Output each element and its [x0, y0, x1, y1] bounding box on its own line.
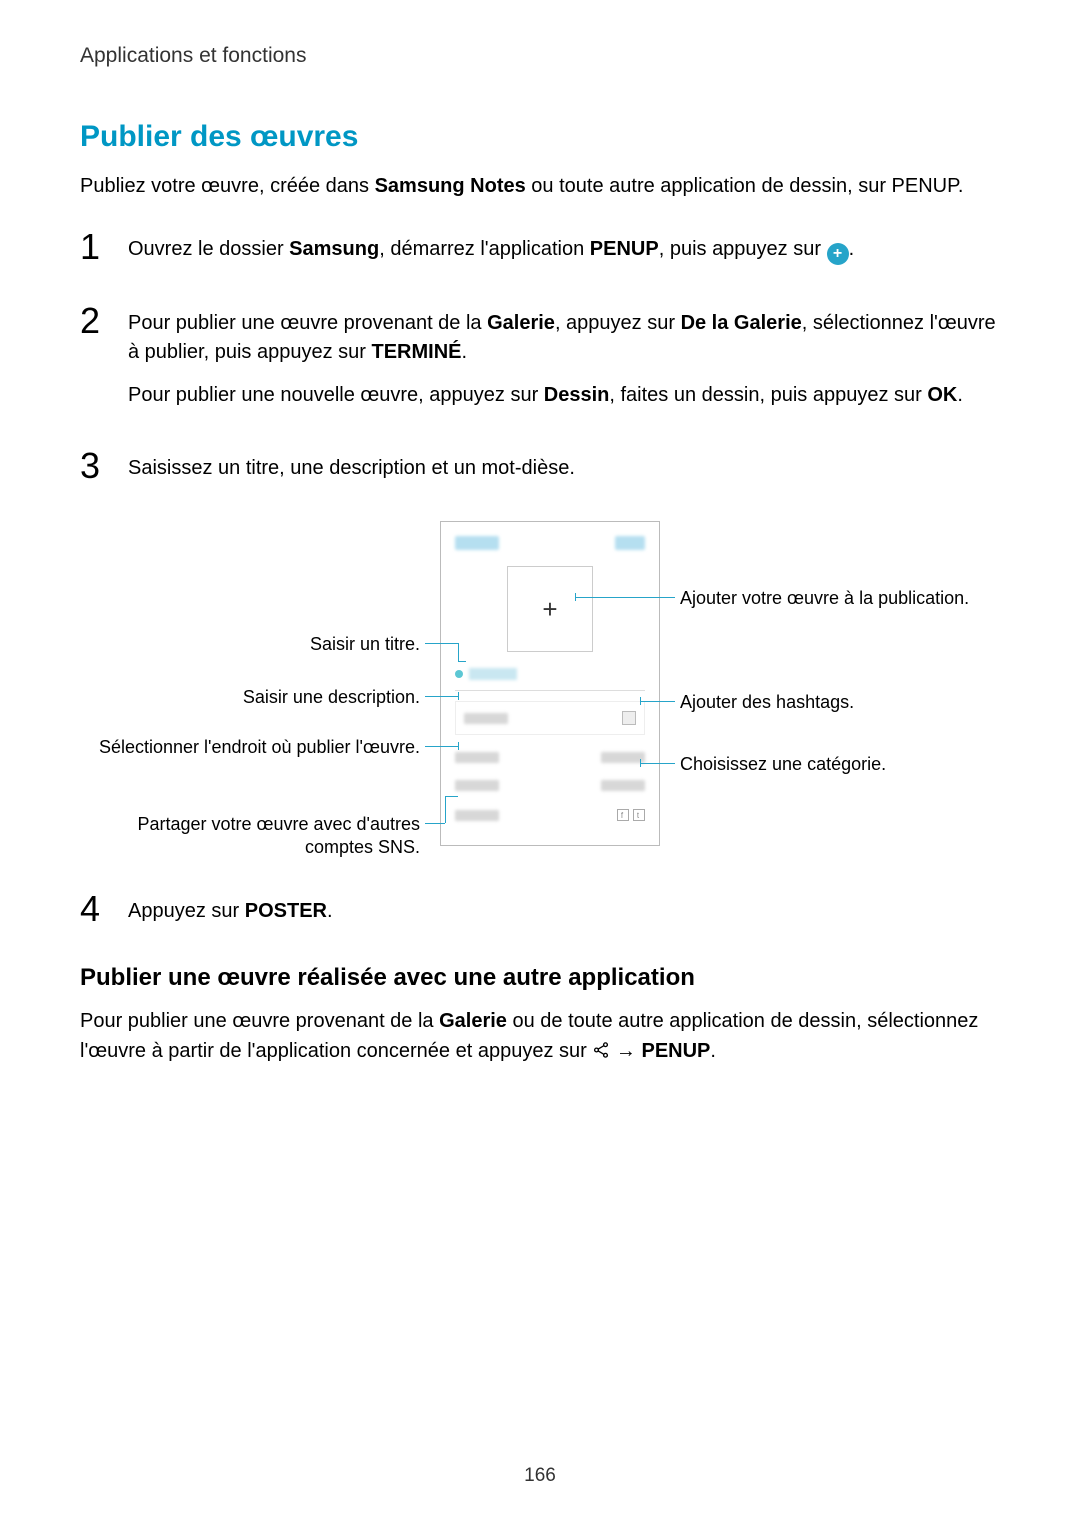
text-fragment: .: [849, 238, 855, 260]
sub-paragraph: Pour publier une œuvre provenant de la G…: [80, 1006, 1000, 1068]
line: [425, 696, 458, 697]
text-fragment: →: [610, 1040, 641, 1062]
intro-paragraph: Publiez votre œuvre, créée dans Samsung …: [80, 172, 1000, 201]
option-row-publish: [455, 743, 645, 771]
desc-blur: [464, 713, 508, 724]
tick: [640, 759, 641, 767]
text-fragment: , puis appuyez sur: [659, 238, 827, 260]
opt-blur: [601, 780, 645, 791]
phone-mock: + f: [440, 521, 660, 846]
callout-where: Sélectionner l'endroit où publier l'œuvr…: [80, 736, 420, 759]
text-bold: Samsung Notes: [375, 175, 526, 197]
option-row-category: [455, 771, 645, 799]
text-fragment: , faites un dessin, puis appuyez sur: [609, 384, 927, 406]
step-3-text: Saisissez un titre, une description et u…: [128, 454, 1000, 483]
step-number: 4: [80, 891, 128, 927]
header-action-blur: [615, 536, 645, 550]
line: [425, 823, 445, 824]
opt-blur: [455, 752, 499, 763]
step-number: 2: [80, 303, 128, 339]
text-fragment: .: [710, 1040, 716, 1062]
line: [425, 643, 458, 644]
opt-blur: [455, 780, 499, 791]
tick: [458, 742, 459, 750]
breadcrumb: Applications et fonctions: [80, 44, 1000, 68]
line: [425, 746, 458, 747]
line: [445, 796, 458, 797]
sns-row: f t: [455, 801, 645, 829]
subheading: Publier une œuvre réalisée avec une autr…: [80, 964, 1000, 992]
text-fragment: Pour publier une œuvre provenant de la: [128, 312, 487, 334]
title-field: [455, 668, 645, 691]
text-bold: POSTER: [245, 900, 327, 922]
text-fragment: Ouvrez le dossier: [128, 238, 289, 260]
tick: [458, 692, 459, 700]
description-field: [455, 701, 645, 735]
callout-description: Saisir une description.: [80, 686, 420, 709]
text-fragment: .: [957, 384, 963, 406]
text-fragment: , démarrez l'application: [379, 238, 590, 260]
text-bold: TERMINÉ: [372, 341, 462, 363]
header-label-blur: [455, 536, 499, 550]
line: [640, 763, 675, 764]
callout-sns: Partager votre œuvre avec d'autres compt…: [80, 813, 420, 860]
text-bold: OK: [927, 384, 957, 406]
text-fragment: Publiez votre œuvre, créée dans: [80, 175, 375, 197]
text-fragment: Appuyez sur: [128, 900, 245, 922]
text-fragment: .: [327, 900, 333, 922]
plus-icon: +: [827, 243, 849, 265]
step-2: 2 Pour publier une œuvre provenant de la…: [80, 303, 1000, 424]
text-fragment: .: [462, 341, 468, 363]
facebook-icon: f: [617, 809, 629, 821]
step-number: 3: [80, 448, 128, 484]
options-block: [455, 743, 645, 799]
text-bold: Dessin: [544, 384, 610, 406]
line: [640, 701, 675, 702]
line: [575, 597, 675, 598]
text-fragment: Pour publier une œuvre provenant de la: [80, 1010, 439, 1032]
step-1-text: Ouvrez le dossier Samsung, démarrez l'ap…: [128, 235, 1000, 265]
title-blur: [469, 668, 517, 680]
tick: [640, 697, 641, 705]
tick: [575, 593, 576, 601]
text-fragment: , appuyez sur: [555, 312, 681, 334]
page-title: Publier des œuvres: [80, 120, 1000, 154]
step-4-text: Appuyez sur POSTER.: [128, 897, 1000, 926]
step-1: 1 Ouvrez le dossier Samsung, démarrez l'…: [80, 229, 1000, 279]
text-bold: Galerie: [487, 312, 555, 334]
step-4: 4 Appuyez sur POSTER.: [80, 891, 1000, 940]
callout-add: Ajouter votre œuvre à la publication.: [680, 587, 969, 610]
text-bold: PENUP: [641, 1040, 710, 1062]
step-3: 3 Saisissez un titre, une description et…: [80, 448, 1000, 497]
callout-title: Saisir un titre.: [80, 633, 420, 656]
line: [458, 643, 459, 661]
page-number: 166: [0, 1465, 1080, 1487]
callout-category: Choisissez une catégorie.: [680, 753, 886, 776]
share-icon: [592, 1038, 610, 1068]
sns-blur: [455, 810, 499, 821]
opt-blur: [601, 752, 645, 763]
text-bold: Samsung: [289, 238, 379, 260]
step-2a-text: Pour publier une œuvre provenant de la G…: [128, 309, 1000, 367]
twitter-icon: t: [633, 809, 645, 821]
sns-icons: f t: [617, 809, 645, 821]
text-bold: PENUP: [590, 238, 659, 260]
step-number: 1: [80, 229, 128, 265]
text-fragment: Pour publier une nouvelle œuvre, appuyez…: [128, 384, 544, 406]
line: [445, 796, 446, 823]
callout-hashtags: Ajouter des hashtags.: [680, 691, 854, 714]
text-bold: De la Galerie: [681, 312, 802, 334]
diagram: + f: [80, 521, 1000, 871]
line: [458, 661, 466, 662]
phone-header: [441, 522, 659, 564]
text-bold: Galerie: [439, 1010, 507, 1032]
text-fragment: ou toute autre application de dessin, su…: [526, 175, 964, 197]
add-artwork-tile: +: [507, 566, 593, 652]
hashtag-button: [622, 711, 636, 725]
dot-icon: [455, 670, 463, 678]
step-2b-text: Pour publier une nouvelle œuvre, appuyez…: [128, 381, 1000, 410]
